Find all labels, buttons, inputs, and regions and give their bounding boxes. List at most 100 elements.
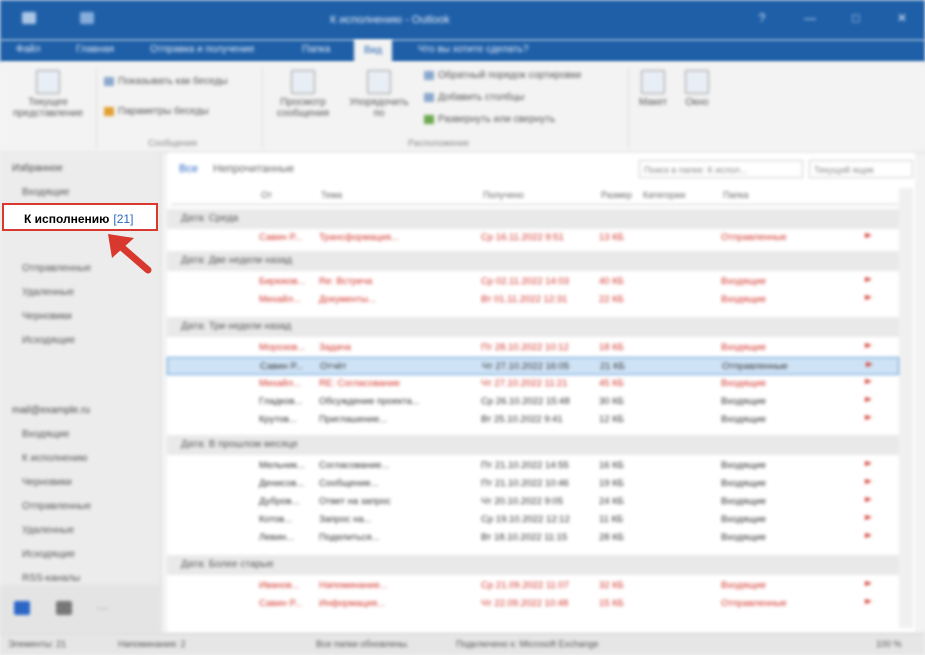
follow-up-flag-icon[interactable] — [865, 277, 872, 282]
more-icon[interactable]: ··· — [96, 601, 118, 615]
account-header[interactable]: mail@example.ru — [12, 405, 90, 416]
follow-up-flag-icon[interactable] — [866, 362, 873, 367]
add-columns-button[interactable]: Добавить столбцы — [424, 92, 524, 103]
nav-favorite-to-do-highlighted[interactable]: К исполнению [21] — [2, 203, 158, 231]
message-folder: Отправленные — [721, 232, 787, 243]
follow-up-flag-icon[interactable] — [865, 515, 872, 520]
message-row[interactable]: Денисов... Сообщение... Пт 21.10.2022 10:4… — [167, 475, 899, 493]
tab-file[interactable]: Файл — [16, 44, 41, 55]
follow-up-flag-icon[interactable] — [865, 479, 872, 484]
message-row[interactable]: Савин Р... Трансформация... Ср 16.11.2022 … — [167, 229, 899, 247]
nav-rss[interactable]: RSS-каналы — [22, 573, 80, 584]
follow-up-flag-icon[interactable] — [865, 397, 872, 402]
expand-collapse-button[interactable]: Развернуть или свернуть — [424, 114, 555, 125]
nav-switcher: ··· — [0, 585, 160, 633]
message-row[interactable]: Гладков... Обсуждение проекта... Ср 26.10.… — [167, 393, 899, 411]
follow-up-flag-icon[interactable] — [865, 295, 872, 300]
status-item-count: Элементы: 21 — [8, 639, 67, 649]
sync-icon[interactable] — [80, 12, 94, 24]
tab-home[interactable]: Главная — [76, 44, 114, 55]
reverse-sort-button[interactable]: Обратный порядок сортировки — [424, 70, 581, 81]
favorites-header[interactable]: Избранное — [12, 163, 63, 174]
nav-favorite-inbox[interactable]: Входящие — [22, 187, 69, 198]
column-folder[interactable]: Папка — [723, 190, 749, 200]
status-reminders[interactable]: Напоминания: 2 — [118, 639, 185, 649]
tab-folder[interactable]: Папка — [302, 44, 330, 55]
column-received[interactable]: Получено — [483, 190, 524, 200]
follow-up-flag-icon[interactable] — [865, 343, 872, 348]
nav-favorite-outbox[interactable]: Исходящие — [22, 335, 75, 346]
nav-sent[interactable]: Отправленные — [22, 501, 91, 512]
group-header[interactable]: Дата: Более старые — [167, 555, 899, 575]
sort-icon — [424, 71, 434, 80]
message-folder: Входящие — [721, 460, 767, 471]
nav-inbox[interactable]: Входящие — [22, 429, 69, 440]
follow-up-flag-icon[interactable] — [865, 379, 872, 384]
maximize-button[interactable]: □ — [850, 12, 862, 24]
scrollbar[interactable] — [899, 188, 913, 628]
message-row[interactable]: Михайл... RE: Согласование Чт 27.10.2022 1… — [167, 375, 899, 393]
message-row[interactable]: Мельник... Согласование... Пт 21.10.2022 1… — [167, 457, 899, 475]
follow-up-flag-icon[interactable] — [865, 461, 872, 466]
message-subject: Документы... — [319, 294, 376, 305]
group-header[interactable]: Дата: Две недели назад — [167, 251, 899, 271]
nav-drafts[interactable]: Черновики — [22, 477, 72, 488]
follow-up-flag-icon[interactable] — [865, 533, 872, 538]
calendar-icon[interactable] — [56, 601, 72, 615]
message-row[interactable]: Дубров... Ответ на запрос Чт 20.10.2022 9:… — [167, 493, 899, 511]
window-button[interactable]: Окно — [678, 70, 716, 108]
nav-favorite-deleted[interactable]: Удаленные — [22, 287, 74, 298]
close-button[interactable]: ✕ — [896, 12, 908, 24]
filter-unread[interactable]: Непрочитанные — [213, 163, 294, 175]
message-row[interactable]: Котов... Запрос на... Ср 19.10.2022 12:12 1… — [167, 511, 899, 529]
minimize-button[interactable]: — — [804, 12, 816, 24]
nav-to-do[interactable]: К исполнению — [22, 453, 87, 464]
filter-all[interactable]: Все — [179, 163, 198, 175]
column-categories[interactable]: Категории — [643, 190, 685, 200]
follow-up-flag-icon[interactable] — [865, 599, 872, 604]
group-header[interactable]: Дата: Три недели назад — [167, 317, 899, 337]
message-row[interactable]: Бирюков... Re: Встреча Ср 02.11.2022 14:03… — [167, 273, 899, 291]
message-preview-icon — [291, 70, 315, 94]
message-row[interactable]: Иванов... Напоминание... Ср 21.09.2022 11:… — [167, 577, 899, 595]
message-size: 16 КБ — [599, 460, 624, 471]
current-view-button[interactable]: Текущее представление — [6, 70, 90, 119]
message-row[interactable]: Морозов... Задача Пт 28.10.2022 10:12 18 КБ… — [167, 339, 899, 357]
nav-favorite-drafts[interactable]: Черновики — [22, 311, 72, 322]
message-from: Котов... — [259, 514, 293, 525]
help-icon[interactable]: ? — [756, 12, 768, 24]
message-row[interactable]: Савин Р... Информация... Чт 22.09.2022 10:… — [167, 595, 899, 613]
view-messages-button[interactable]: Просмотр сообщения — [268, 70, 338, 119]
nav-favorite-sent[interactable]: Отправленные — [22, 263, 91, 274]
message-folder: Входящие — [721, 414, 767, 425]
message-row[interactable]: Левин... Поделиться... Вт 18.10.2022 11:15… — [167, 529, 899, 547]
column-size[interactable]: Размер — [601, 190, 632, 200]
follow-up-flag-icon[interactable] — [865, 233, 872, 238]
tab-send-receive[interactable]: Отправка и получение — [150, 44, 255, 55]
column-subject[interactable]: Тема — [321, 190, 342, 200]
show-conversations-checkbox[interactable]: Показывать как беседы — [104, 76, 228, 87]
group-header[interactable]: Дата: В прошлом месяце — [167, 435, 899, 455]
zoom-level[interactable]: 100 % — [876, 639, 902, 649]
search-scope-dropdown[interactable]: Текущий ящик — [809, 160, 913, 178]
search-input[interactable]: Поиск в папке: К испол... — [639, 160, 803, 178]
arrange-by-button[interactable]: Упорядочить по — [344, 70, 414, 119]
tab-view[interactable]: Вид — [354, 40, 393, 62]
message-row[interactable]: Крутов... Приглашение... Вт 25.10.2022 9:4… — [167, 411, 899, 429]
group-header[interactable]: Дата: Среда — [167, 209, 899, 229]
mail-icon[interactable] — [14, 601, 30, 615]
follow-up-flag-icon[interactable] — [865, 497, 872, 502]
follow-up-flag-icon[interactable] — [865, 581, 872, 586]
tell-me-search[interactable]: Что вы хотите сделать? — [418, 44, 529, 55]
conversation-settings-button[interactable]: Параметры беседы — [104, 106, 209, 117]
nav-deleted[interactable]: Удаленные — [22, 525, 74, 536]
column-from[interactable]: От — [261, 190, 272, 200]
nav-outbox[interactable]: Исходящие — [22, 549, 75, 560]
follow-up-flag-icon[interactable] — [865, 415, 872, 420]
message-row[interactable]: Михайл... Документы... Вт 01.11.2022 12:31… — [167, 291, 899, 309]
layout-button[interactable]: Макет — [634, 70, 672, 108]
ribbon: Текущее представление Показывать как бес… — [0, 62, 925, 153]
message-row[interactable]: Савин Р... Отчёт Чт 27.10.2022 16:05 21 КБ О… — [167, 357, 899, 375]
message-size: 21 КБ — [600, 361, 625, 372]
message-size: 30 КБ — [599, 396, 624, 407]
